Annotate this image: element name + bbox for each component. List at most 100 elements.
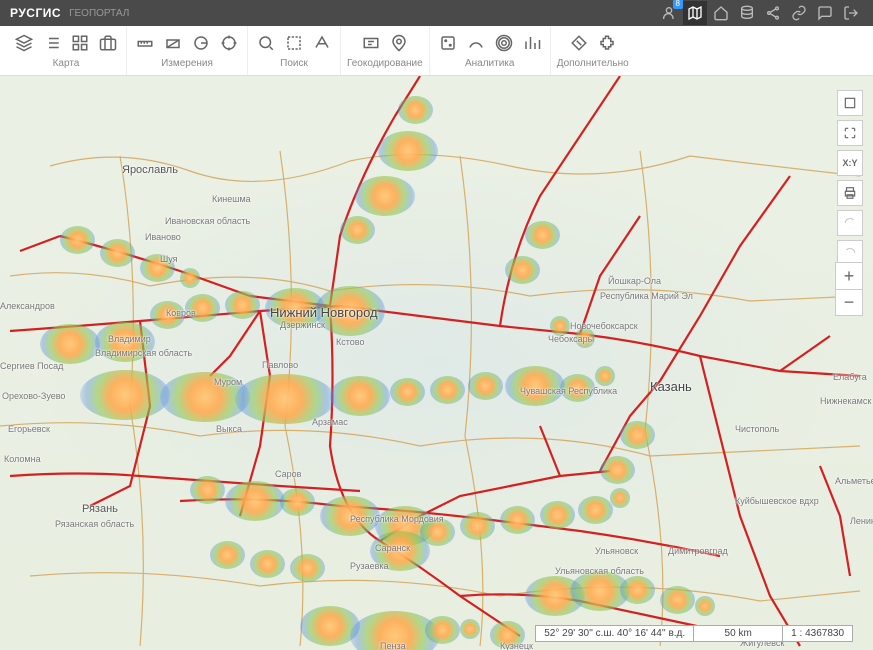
coords-display: 52° 29' 30'' с.ш. 40° 16' 44'' в.д. [535,625,694,642]
city-label: Ульяновская область [555,566,644,576]
city-label: Нижнекамск [820,396,871,406]
xy-icon[interactable]: X:Y [837,150,863,176]
geocode-icon[interactable] [359,31,383,55]
clear-icon[interactable] [567,31,591,55]
city-label: Владимир [108,334,151,344]
ruler-icon[interactable] [133,31,157,55]
city-label: Ярославль [122,164,178,176]
tool-label-search: Поиск [280,58,308,69]
city-label: Елабуга [833,372,867,382]
city-label: Дзержинск [280,320,325,330]
fullscreen-icon[interactable] [837,90,863,116]
route-icon[interactable] [464,31,488,55]
city-label: Кузнецк [500,641,533,650]
notification-badge: 8 [673,0,683,9]
city-label: Павлово [262,360,298,370]
zoom-in-button[interactable]: + [836,263,862,289]
chart-icon[interactable] [520,31,544,55]
dice-icon[interactable] [436,31,460,55]
briefcase-icon[interactable] [96,31,120,55]
city-label: Ульяновск [595,546,638,556]
header-right-icons: 8 [657,1,863,25]
city-label: Муром [214,377,242,387]
city-label: Республика Мордовия [350,514,444,524]
side-controls: X:Y [837,90,863,266]
brand-subtitle: ГЕОПОРТАЛ [69,8,129,19]
top-header: РУСГИС ГЕОПОРТАЛ 8 [0,0,873,26]
city-label: Владимирская область [95,348,192,358]
city-label: Александров [0,301,55,311]
select-rect-icon[interactable] [282,31,306,55]
text-search-icon[interactable] [310,31,334,55]
city-label: Сергиев Посад [0,361,63,371]
search-icon[interactable] [254,31,278,55]
city-label: Выкса [216,424,242,434]
scale-bar: 50 km [693,625,783,642]
city-label: Кинешма [212,194,251,204]
zoom-out-button[interactable]: − [836,289,862,315]
zoom-controls: + − [835,262,863,316]
database-icon[interactable] [735,1,759,25]
extent-icon[interactable] [837,120,863,146]
tool-group-measure: Измерения [127,26,248,75]
home-icon[interactable] [709,1,733,25]
city-label: Пенза [380,641,406,650]
heatmap-icon[interactable] [492,31,516,55]
radius-icon[interactable] [189,31,213,55]
city-label: Казань [650,379,692,394]
tool-group-map: Карта [6,26,127,75]
city-label: Рузаевка [350,561,389,571]
toolbar: Карта Измерения Поиск Геокодирование [0,26,873,76]
undo-icon[interactable] [837,210,863,236]
chat-icon[interactable] [813,1,837,25]
tool-label-map: Карта [53,58,80,69]
tool-group-analytics: Аналитика [430,26,551,75]
map-icon[interactable] [683,1,707,25]
share-icon[interactable] [761,1,785,25]
plugin-icon[interactable] [595,31,619,55]
tool-label-geocode: Геокодирование [347,58,423,69]
list-icon[interactable] [40,31,64,55]
city-label: Альметьевск [835,476,873,486]
status-bar: 52° 29' 30'' с.ш. 40° 16' 44'' в.д. 50 k… [536,625,853,642]
grid-icon[interactable] [68,31,92,55]
brand-logo: РУСГИС [10,6,61,20]
city-label: Йошкар-Ола [608,276,661,286]
city-label: Саранск [375,543,410,553]
scale-ratio: 1 : 4367830 [782,625,853,642]
target-icon[interactable] [217,31,241,55]
city-label: Новочебоксарск [570,321,638,331]
city-label: Чистополь [735,424,779,434]
city-label: Ковров [166,308,196,318]
area-icon[interactable] [161,31,185,55]
city-label: Шуя [160,254,178,264]
city-label: Коломна [4,454,41,464]
tool-label-analytics: Аналитика [465,58,515,69]
reverse-geocode-icon[interactable] [387,31,411,55]
print-icon[interactable] [837,180,863,206]
city-label: Ивановская область [165,216,250,226]
user-icon[interactable]: 8 [657,1,681,25]
city-label: Куйбышевское вдхр [735,496,819,506]
logout-icon[interactable] [839,1,863,25]
heatmap-layer [0,76,873,650]
city-label: Саров [275,469,301,479]
city-label: Арзамас [312,417,348,427]
link-icon[interactable] [787,1,811,25]
city-label: Димитровград [668,546,728,556]
tool-group-geocode: Геокодирование [341,26,430,75]
city-label: Рязань [82,503,118,515]
city-label: Иваново [145,232,181,242]
city-label: Рязанская область [55,519,134,529]
city-label: Чебоксары [548,334,594,344]
city-label: Лениногорск [850,516,873,526]
map-canvas[interactable]: Ярославль Кинешма Ивановская область Иванов… [0,76,873,650]
city-label: Республика Марий Эл [600,291,693,301]
city-label: Кстово [336,337,364,347]
tool-label-extra: Дополнительно [557,58,629,69]
city-label: Орехово-Зуево [2,391,65,401]
layers-icon[interactable] [12,31,36,55]
tool-group-search: Поиск [248,26,341,75]
city-label: Егорьевск [8,424,50,434]
city-label: Нижний Новгород [270,305,378,320]
